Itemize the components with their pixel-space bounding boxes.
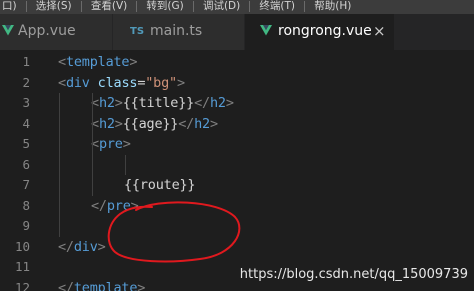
code-token: >	[176, 74, 185, 91]
tab-label: rongrong.vue	[278, 23, 372, 39]
menu-divider	[304, 1, 306, 12]
code-token: >	[225, 95, 234, 111]
editor-tab-bar: App.vue TS main.ts rongrong.vue ×	[0, 14, 474, 50]
code-line: 4 <h2>{{age}}</h2>	[0, 114, 474, 135]
code-token: template	[73, 279, 138, 291]
code-editor[interactable]: 1 <template> 2 <div class="bg"> 3 <h2>{{title…	[0, 50, 474, 291]
code-token: h2	[98, 95, 115, 111]
code-line: 5 <pre>	[0, 134, 474, 155]
code-token: h2	[209, 95, 226, 111]
code-token: >	[129, 54, 138, 70]
code-token: template	[65, 54, 130, 70]
menu-debug[interactable]: 调试(D)	[201, 0, 242, 14]
code-token: div	[65, 74, 90, 91]
code-token: <	[58, 54, 66, 70]
line-number: 9	[22, 218, 30, 233]
indent-guide	[59, 93, 60, 237]
tab-app-vue[interactable]: App.vue	[0, 14, 113, 50]
close-tab-icon[interactable]: ×	[373, 23, 386, 39]
code-token: div	[73, 238, 98, 255]
line-number: 3	[22, 95, 30, 110]
code-line: 7 {{route}}	[0, 175, 474, 196]
code-token: </	[58, 238, 74, 255]
menu-file-fragment[interactable]: 口)	[0, 0, 19, 14]
line-number: 5	[22, 136, 30, 151]
watermark: https://blog.csdn.net/qq_15009739	[239, 267, 468, 282]
indent-guide	[125, 154, 126, 175]
code-token: {{title}}	[122, 95, 195, 111]
code-token: </	[178, 115, 195, 132]
menu-divider	[80, 1, 82, 12]
code-token: pre	[98, 136, 123, 152]
code-token: h2	[194, 115, 210, 132]
vue-icon	[260, 25, 272, 36]
code-token: {{age}}	[122, 115, 179, 132]
menu-terminal[interactable]: 终端(T)	[257, 0, 297, 14]
menu-selection[interactable]: 选择(S)	[34, 0, 74, 14]
menu-divider	[249, 1, 251, 12]
code-text: <pre>	[91, 134, 131, 155]
menu-divider	[136, 1, 138, 12]
code-line: 1 <template>	[0, 52, 474, 73]
code-line: 6	[0, 155, 474, 176]
code-token: <	[58, 74, 66, 91]
line-number: 7	[22, 177, 30, 192]
line-number: 11	[14, 259, 30, 274]
menu-bar: 口) 选择(S) 查看(V) 转到(G) 调试(D) 终端(T) 帮助(H)	[0, 0, 474, 14]
code-token: {{route}}	[124, 177, 196, 193]
code-token: >	[209, 115, 218, 132]
code-text: <h2>{{title}}</h2>	[91, 93, 234, 114]
line-number: 12	[14, 279, 30, 291]
tab-label: main.ts	[150, 23, 203, 39]
menu-divider	[192, 1, 194, 12]
menu-go[interactable]: 转到(G)	[144, 0, 185, 14]
tab-rongrong-vue[interactable]: rongrong.vue ×	[245, 14, 395, 50]
code-line: 2 <div class="bg">	[0, 73, 474, 94]
code-text: {{route}}	[124, 175, 196, 196]
vue-icon	[2, 25, 14, 36]
red-circle-annotation	[107, 201, 241, 263]
code-token: >	[137, 279, 146, 291]
menu-divider	[25, 1, 27, 12]
menu-view[interactable]: 查看(V)	[89, 0, 129, 14]
indent-guide	[92, 93, 93, 196]
code-token: >	[114, 95, 123, 111]
typescript-icon: TS	[130, 26, 145, 37]
code-token: "bg"	[145, 74, 177, 91]
code-text: <h2>{{age}}</h2>	[91, 114, 218, 135]
menu-help[interactable]: 帮助(H)	[312, 0, 353, 14]
code-text: <div class="bg">	[58, 73, 185, 94]
line-number: 8	[22, 197, 30, 213]
code-token: </	[58, 279, 74, 291]
code-token: >	[122, 136, 131, 152]
line-number: 2	[22, 74, 30, 90]
code-token: class	[97, 74, 138, 91]
code-text: </template>	[58, 278, 145, 291]
code-token: h2	[98, 115, 115, 132]
line-number: 10	[14, 238, 30, 254]
code-token: </	[194, 95, 210, 111]
line-number: 4	[22, 115, 30, 131]
tab-main-ts[interactable]: TS main.ts	[113, 14, 245, 50]
code-text: <template>	[58, 52, 137, 73]
code-token: >	[114, 115, 123, 132]
code-text: </div>	[58, 237, 106, 258]
line-number: 1	[22, 54, 30, 69]
code-line: 3 <h2>{{title}}</h2>	[0, 93, 474, 114]
line-number: 6	[22, 156, 30, 172]
tab-label: App.vue	[18, 23, 76, 39]
